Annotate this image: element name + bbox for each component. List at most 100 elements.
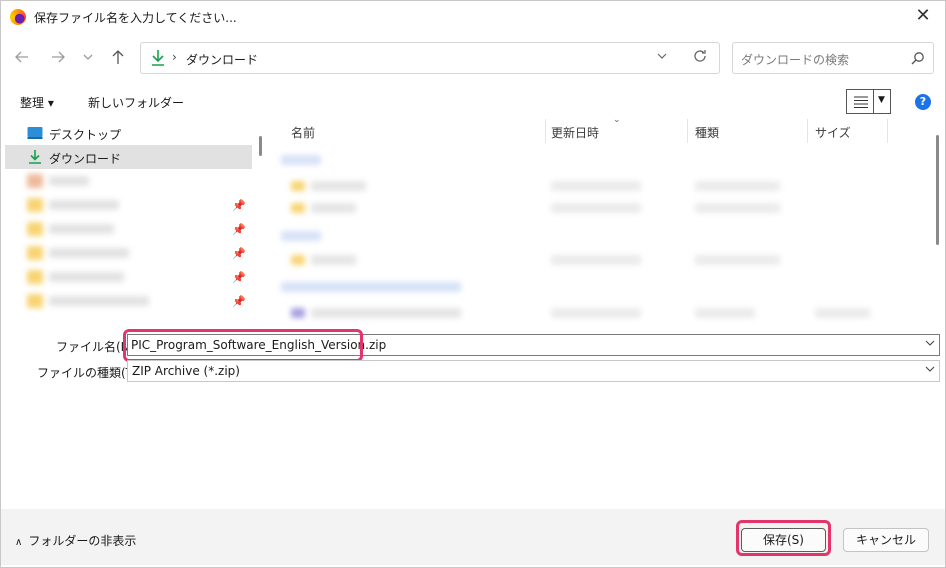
chevron-down-icon[interactable]: ▼ xyxy=(878,95,885,105)
tree-item-pinned-folder[interactable] xyxy=(5,241,252,265)
details-view-icon xyxy=(854,96,868,108)
arrow-up-icon xyxy=(112,50,124,64)
folder-icon xyxy=(27,294,43,308)
window-title: 保存ファイル名を入力してください... xyxy=(34,11,237,25)
hide-folders-toggle[interactable]: ∧ フォルダーの非表示 xyxy=(15,532,136,549)
divider xyxy=(545,119,546,143)
navigation-bar: › ダウンロード ダウンロードの検索 xyxy=(1,37,945,81)
column-header-size[interactable]: サイズ xyxy=(815,124,851,141)
help-icon[interactable]: ? xyxy=(915,94,931,110)
file-list: ⌄ 名前 更新日時 種類 サイズ xyxy=(267,119,945,323)
file-type xyxy=(695,255,780,265)
back-button[interactable] xyxy=(14,49,30,68)
refresh-button[interactable] xyxy=(692,48,708,68)
divider xyxy=(687,119,688,143)
divider xyxy=(887,119,888,143)
view-options-button[interactable]: ▼ xyxy=(846,89,891,114)
tree-item-downloads[interactable]: ダウンロード xyxy=(5,145,252,169)
blurred-label xyxy=(49,272,124,282)
column-header-modified[interactable]: 更新日時 xyxy=(551,124,599,141)
blurred-label xyxy=(49,200,119,210)
arrow-left-icon xyxy=(15,51,28,63)
organize-menu[interactable]: 整理 ▾ xyxy=(20,94,54,111)
folder-icon xyxy=(27,198,43,212)
pin-icon: 📌 xyxy=(232,199,246,212)
search-input[interactable]: ダウンロードの検索 xyxy=(732,42,934,74)
home-icon xyxy=(27,174,43,188)
divider xyxy=(807,119,808,143)
new-folder-button[interactable]: 新しいフォルダー xyxy=(88,94,184,111)
pin-icon: 📌 xyxy=(232,295,246,308)
tree-item-label: ダウンロード xyxy=(49,152,122,166)
file-icon xyxy=(291,308,305,318)
chevron-up-icon: ∧ xyxy=(15,537,23,548)
save-form: ファイル名(N): ファイルの種類(T): ZIP Archive (*.zip… xyxy=(1,323,945,567)
chevron-down-icon[interactable] xyxy=(925,364,935,377)
blurred-label xyxy=(49,296,149,306)
firefox-icon xyxy=(10,9,26,25)
close-button[interactable]: ✕ xyxy=(909,5,937,29)
desktop-icon xyxy=(27,127,43,139)
command-bar: 整理 ▾ 新しいフォルダー ▼ ? xyxy=(1,85,945,117)
up-button[interactable] xyxy=(110,49,126,68)
filename-highlight xyxy=(123,329,363,362)
group-header xyxy=(281,155,321,165)
file-date xyxy=(551,308,641,318)
tree-item-pinned-folder[interactable] xyxy=(5,265,252,289)
pin-icon: 📌 xyxy=(232,223,246,236)
tree-item-label: デスクトップ xyxy=(49,128,122,142)
tree-item-home[interactable] xyxy=(5,169,252,193)
file-type xyxy=(695,203,780,213)
tree-item-pinned-folder[interactable] xyxy=(5,217,252,241)
column-header-name[interactable]: 名前 xyxy=(291,124,315,141)
title-bar: 保存ファイル名を入力してください... ✕ xyxy=(1,1,945,33)
hide-folders-label: フォルダーの非表示 xyxy=(28,534,137,548)
filetype-value: ZIP Archive (*.zip) xyxy=(132,364,240,378)
chevron-down-icon xyxy=(83,54,93,60)
filetype-select[interactable]: ZIP Archive (*.zip) xyxy=(127,360,940,382)
sort-indicator-icon: ⌄ xyxy=(613,119,621,125)
file-type xyxy=(695,308,755,318)
file-name xyxy=(311,181,366,191)
navigation-scrollbar[interactable] xyxy=(259,136,262,156)
folder-icon xyxy=(27,270,43,284)
arrow-right-icon xyxy=(52,51,65,63)
group-header xyxy=(281,231,321,241)
download-icon xyxy=(29,150,41,164)
chevron-down-icon[interactable] xyxy=(925,338,935,351)
forward-button[interactable] xyxy=(50,49,66,68)
search-icon xyxy=(911,52,924,65)
column-header-type[interactable]: 種類 xyxy=(695,124,719,141)
tree-item-pinned-folder[interactable] xyxy=(5,289,252,313)
pin-icon: 📌 xyxy=(232,271,246,284)
download-icon xyxy=(152,50,164,66)
breadcrumb-separator[interactable]: › xyxy=(172,50,177,64)
blurred-label xyxy=(49,176,89,186)
folder-icon xyxy=(291,255,305,265)
recent-locations-button[interactable] xyxy=(82,49,94,68)
file-size xyxy=(815,308,870,318)
file-date xyxy=(551,181,641,191)
folder-icon xyxy=(291,181,305,191)
folder-icon xyxy=(27,246,43,260)
cancel-button[interactable]: キャンセル xyxy=(843,528,929,552)
chevron-down-icon xyxy=(657,53,667,59)
file-date xyxy=(551,203,641,213)
tree-item-desktop[interactable]: デスクトップ xyxy=(5,121,252,145)
file-name xyxy=(311,255,356,265)
search-placeholder: ダウンロードの検索 xyxy=(741,53,850,67)
breadcrumb-downloads[interactable]: ダウンロード xyxy=(186,51,258,68)
address-bar[interactable]: › ダウンロード xyxy=(140,42,720,74)
file-list-scrollbar[interactable] xyxy=(936,135,939,245)
tree-item-pinned-folder[interactable] xyxy=(5,193,252,217)
save-button-highlight xyxy=(736,520,831,556)
save-file-dialog: 保存ファイル名を入力してください... ✕ › ダウンロード ダウンロードの検索… xyxy=(0,0,946,568)
file-type xyxy=(695,181,780,191)
divider xyxy=(873,90,874,113)
file-name xyxy=(311,308,461,318)
pin-icon: 📌 xyxy=(232,247,246,260)
file-date xyxy=(551,255,641,265)
folder-icon xyxy=(27,222,43,236)
group-header xyxy=(281,282,461,292)
address-dropdown-button[interactable] xyxy=(656,50,668,65)
